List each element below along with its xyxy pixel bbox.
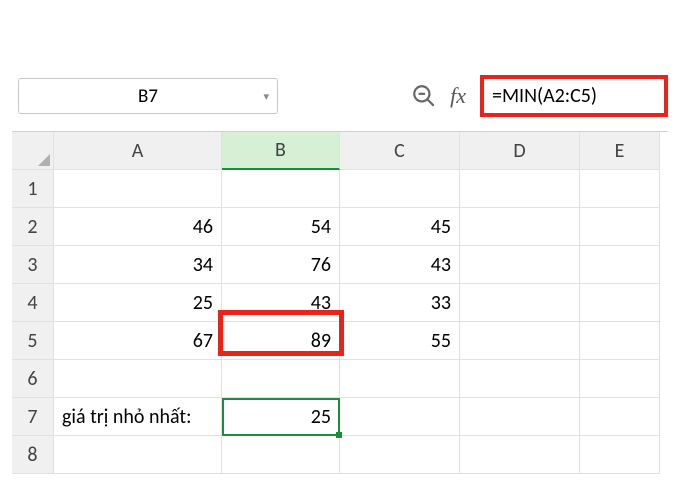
cell-E4[interactable] (580, 284, 660, 322)
cell-B2[interactable]: 54 (222, 208, 340, 246)
row-header-2[interactable]: 2 (12, 208, 54, 246)
cell-E3[interactable] (580, 246, 660, 284)
row-header-6[interactable]: 6 (12, 360, 54, 398)
row-header-4[interactable]: 4 (12, 284, 54, 322)
formula-bar: B7 ▾ fx =MIN(A2:C5) (12, 40, 668, 131)
cell-C6[interactable] (340, 360, 460, 398)
cell-D1[interactable] (460, 170, 580, 208)
cell-A3[interactable]: 34 (54, 246, 222, 284)
formula-input[interactable]: =MIN(A2:C5) (480, 75, 668, 117)
cell-B6[interactable] (222, 360, 340, 398)
cell-E2[interactable] (580, 208, 660, 246)
cell-E1[interactable] (580, 170, 660, 208)
cell-C5[interactable]: 55 (340, 322, 460, 360)
cell-C4[interactable]: 33 (340, 284, 460, 322)
cell-B3[interactable]: 76 (222, 246, 340, 284)
cell-A2[interactable]: 46 (54, 208, 222, 246)
cell-B1[interactable] (222, 170, 340, 208)
cell-D2[interactable] (460, 208, 580, 246)
zoom-icon[interactable] (408, 80, 440, 112)
cell-A5[interactable]: 67 (54, 322, 222, 360)
row-header-5[interactable]: 5 (12, 322, 54, 360)
name-box-value: B7 (138, 85, 158, 108)
cell-A1[interactable] (54, 170, 222, 208)
col-header-B[interactable]: B (222, 132, 340, 170)
cell-D4[interactable] (460, 284, 580, 322)
cell-D7[interactable] (460, 398, 580, 436)
cell-A8[interactable] (54, 436, 222, 474)
cell-E7[interactable] (580, 398, 660, 436)
col-header-C[interactable]: C (340, 132, 460, 170)
cell-C3[interactable]: 43 (340, 246, 460, 284)
cell-E5[interactable] (580, 322, 660, 360)
cell-A7[interactable]: giá trị nhỏ nhất: (54, 398, 222, 436)
cell-E8[interactable] (580, 436, 660, 474)
col-header-A[interactable]: A (54, 132, 222, 170)
row-header-8[interactable]: 8 (12, 436, 54, 474)
cell-D6[interactable] (460, 360, 580, 398)
col-header-D[interactable]: D (460, 132, 580, 170)
col-header-E[interactable]: E (580, 132, 660, 170)
cell-B8[interactable] (222, 436, 340, 474)
cell-E6[interactable] (580, 360, 660, 398)
cell-B7[interactable]: 25 (222, 398, 340, 436)
select-all-corner[interactable] (12, 132, 54, 170)
cell-D5[interactable] (460, 322, 580, 360)
row-header-3[interactable]: 3 (12, 246, 54, 284)
row-header-1[interactable]: 1 (12, 170, 54, 208)
cell-B4[interactable]: 43 (222, 284, 340, 322)
formula-text: =MIN(A2:C5) (492, 84, 597, 108)
name-box[interactable]: B7 ▾ (18, 78, 278, 114)
cell-C7[interactable] (340, 398, 460, 436)
spreadsheet-grid[interactable]: A B C D E 1 2 46 54 45 3 34 76 43 4 25 4… (12, 131, 668, 474)
cell-B5[interactable]: 89 (222, 322, 340, 360)
cell-D8[interactable] (460, 436, 580, 474)
cell-C1[interactable] (340, 170, 460, 208)
cell-C2[interactable]: 45 (340, 208, 460, 246)
row-header-7[interactable]: 7 (12, 398, 54, 436)
dropdown-icon[interactable]: ▾ (263, 90, 269, 103)
cell-D3[interactable] (460, 246, 580, 284)
cell-A6[interactable] (54, 360, 222, 398)
fx-label[interactable]: fx (450, 83, 466, 109)
cell-C8[interactable] (340, 436, 460, 474)
cell-A4[interactable]: 25 (54, 284, 222, 322)
